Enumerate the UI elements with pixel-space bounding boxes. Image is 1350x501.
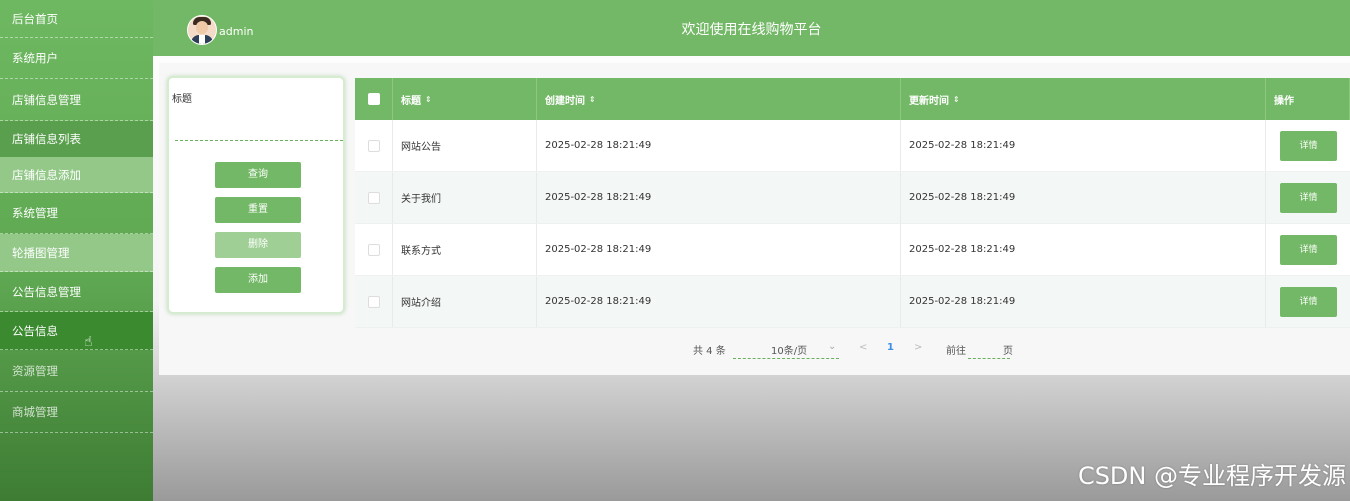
created-cell: 2025-02-28 18:21:49 — [537, 172, 901, 223]
sidebar-item-system-users[interactable]: 系统用户 — [0, 38, 153, 79]
next-page-icon[interactable]: > — [914, 342, 922, 353]
column-header-title[interactable]: 标题 ⇕ — [393, 78, 537, 120]
row-checkbox-cell — [355, 276, 393, 327]
sidebar-item-label: 商城管理 — [12, 405, 58, 419]
add-button[interactable]: 添加 — [215, 267, 301, 293]
reset-button[interactable]: 重置 — [215, 197, 301, 223]
created-cell: 2025-02-28 18:21:49 — [537, 276, 901, 327]
row-checkbox[interactable] — [367, 295, 380, 308]
table-row: 网站介绍 2025-02-28 18:21:49 2025-02-28 18:2… — [355, 276, 1350, 328]
sidebar-item-home[interactable]: 后台首页 — [0, 0, 153, 38]
column-header-actions: 操作 — [1266, 78, 1350, 120]
column-header-label: 操作 — [1274, 95, 1294, 107]
row-checkbox-cell — [355, 172, 393, 223]
watermark: CSDN @专业程序开发源 — [1077, 462, 1346, 490]
sidebar: 后台首页 系统用户 店铺信息管理 店铺信息列表 店铺信息添加 系统管理 轮播图管… — [0, 0, 153, 501]
page-size-value: 10条/页 — [771, 346, 808, 357]
sidebar-item-label: 公告信息 — [12, 324, 58, 338]
title-cell: 联系方式 — [393, 224, 537, 275]
table-header: 标题 ⇕ 创建时间 ⇕ 更新时间 ⇕ 操作 — [355, 78, 1350, 120]
sort-icon[interactable]: ⇕ — [589, 95, 596, 104]
page-suffix-label: 页 — [1003, 346, 1013, 357]
sidebar-item-label: 店铺信息管理 — [12, 93, 81, 107]
sidebar-item-label: 资源管理 — [12, 364, 58, 378]
sidebar-item-carousel-management[interactable]: 轮播图管理 — [0, 234, 153, 272]
row-checkbox-cell — [355, 224, 393, 275]
top-header: admin 欢迎使用在线购物平台 — [153, 0, 1350, 56]
table-row: 联系方式 2025-02-28 18:21:49 2025-02-28 18:2… — [355, 224, 1350, 276]
sidebar-item-label: 后台首页 — [12, 12, 58, 26]
column-header-updated[interactable]: 更新时间 ⇕ — [901, 78, 1266, 120]
created-cell: 2025-02-28 18:21:49 — [537, 120, 901, 171]
sidebar-item-mall-management[interactable]: 商城管理 — [0, 392, 153, 433]
updated-cell: 2025-02-28 18:21:49 — [901, 276, 1266, 327]
title-cell: 关于我们 — [393, 172, 537, 223]
total-count: 共 4 条 — [693, 346, 726, 357]
action-cell: 详情 — [1266, 120, 1350, 171]
goto-label: 前往 — [946, 346, 966, 357]
updated-cell: 2025-02-28 18:21:49 — [901, 172, 1266, 223]
title-search-input[interactable] — [175, 114, 343, 141]
search-title-label: 标题 — [172, 94, 192, 105]
query-button[interactable]: 查询 — [215, 162, 301, 188]
row-checkbox[interactable] — [367, 191, 380, 204]
table-row: 关于我们 2025-02-28 18:21:49 2025-02-28 18:2… — [355, 172, 1350, 224]
created-cell: 2025-02-28 18:21:49 — [537, 224, 901, 275]
sidebar-item-notice-management[interactable]: 公告信息管理 — [0, 272, 153, 312]
column-header-label: 创建时间 — [545, 95, 585, 107]
notice-table: 标题 ⇕ 创建时间 ⇕ 更新时间 ⇕ 操作 网站公告 2025-02-28 18:21… — [355, 78, 1350, 328]
detail-button[interactable]: 详情 — [1280, 182, 1337, 213]
title-cell: 网站介绍 — [393, 276, 537, 327]
sidebar-item-system-management[interactable]: 系统管理 — [0, 193, 153, 234]
table-row: 网站公告 2025-02-28 18:21:49 2025-02-28 18:2… — [355, 120, 1350, 172]
current-page-number[interactable]: 1 — [887, 342, 894, 353]
sidebar-item-label: 店铺信息添加 — [12, 168, 81, 182]
action-cell: 详情 — [1266, 172, 1350, 223]
sidebar-item-shop-info-add[interactable]: 店铺信息添加 — [0, 157, 153, 193]
detail-button[interactable]: 详情 — [1280, 130, 1337, 161]
sidebar-item-label: 系统管理 — [12, 206, 58, 220]
column-header-created[interactable]: 创建时间 ⇕ — [537, 78, 901, 120]
select-all-cell — [355, 78, 393, 120]
sidebar-item-label: 系统用户 — [12, 51, 58, 65]
row-checkbox[interactable] — [367, 243, 380, 256]
search-panel: 标题 查询 重置 删除 添加 — [167, 76, 345, 314]
detail-button[interactable]: 详情 — [1280, 286, 1337, 317]
pagination: 共 4 条 10条/页 ⌄ < 1 > 前往 页 — [0, 338, 1350, 360]
sort-icon[interactable]: ⇕ — [425, 95, 432, 104]
sidebar-item-label: 店铺信息列表 — [12, 132, 81, 146]
page-title: 欢迎使用在线购物平台 — [681, 22, 822, 38]
sidebar-item-shop-info-list[interactable]: 店铺信息列表 — [0, 121, 153, 157]
delete-button[interactable]: 删除 — [215, 232, 301, 258]
sidebar-item-shop-info-management[interactable]: 店铺信息管理 — [0, 79, 153, 121]
sidebar-item-label: 轮播图管理 — [12, 246, 70, 260]
select-all-checkbox[interactable] — [367, 93, 380, 105]
prev-page-icon[interactable]: < — [859, 342, 867, 353]
column-header-label: 更新时间 — [909, 95, 949, 107]
column-header-label: 标题 — [401, 95, 421, 107]
detail-button[interactable]: 详情 — [1280, 234, 1337, 265]
row-checkbox[interactable] — [367, 139, 380, 152]
sort-icon[interactable]: ⇕ — [953, 95, 960, 104]
updated-cell: 2025-02-28 18:21:49 — [901, 224, 1266, 275]
updated-cell: 2025-02-28 18:21:49 — [901, 120, 1266, 171]
page-size-select[interactable]: 10条/页 ⌄ — [733, 338, 839, 359]
row-checkbox-cell — [355, 120, 393, 171]
sidebar-item-label: 公告信息管理 — [12, 285, 81, 299]
chevron-down-icon: ⌄ — [828, 341, 837, 352]
action-cell: 详情 — [1266, 224, 1350, 275]
action-cell: 详情 — [1266, 276, 1350, 327]
title-cell: 网站公告 — [393, 120, 537, 171]
